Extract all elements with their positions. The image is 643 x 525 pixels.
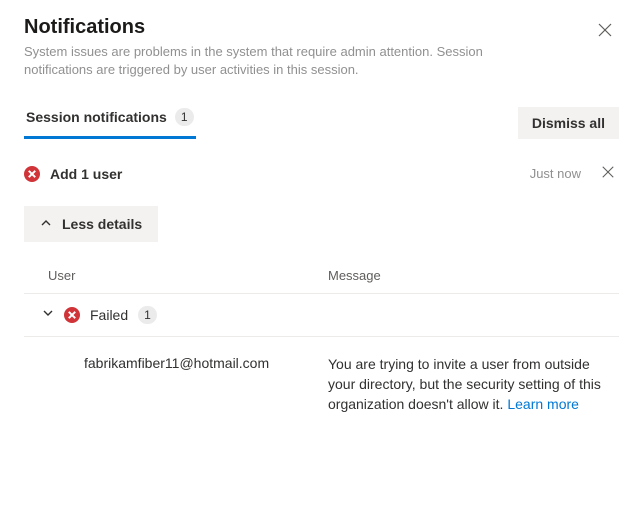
- notification-header: Add 1 user Just now: [24, 161, 619, 186]
- page-subtitle: System issues are problems in the system…: [24, 43, 544, 79]
- less-details-button[interactable]: Less details: [24, 206, 158, 242]
- column-header-message: Message: [328, 268, 619, 283]
- table-header: User Message: [24, 260, 619, 293]
- close-panel-button[interactable]: [591, 16, 619, 47]
- status-count-badge: 1: [138, 306, 157, 324]
- details-table: User Message Failed 1: [24, 260, 619, 432]
- notification-title: Add 1 user: [50, 166, 122, 182]
- notifications-panel: Notifications System issues are problems…: [0, 0, 643, 448]
- notification-time: Just now: [530, 166, 581, 181]
- status-group-row[interactable]: Failed 1: [24, 293, 619, 337]
- message-cell: You are trying to invite a user from out…: [328, 355, 619, 414]
- tab-session-notifications[interactable]: Session notifications 1: [24, 108, 196, 139]
- status-label: Failed: [90, 307, 128, 323]
- header-text: Notifications System issues are problems…: [24, 16, 591, 79]
- tabs-row: Session notifications 1 Dismiss all: [24, 107, 619, 139]
- notification-meta: Just now: [530, 161, 619, 186]
- close-icon: [597, 22, 613, 41]
- dismiss-all-button[interactable]: Dismiss all: [518, 107, 619, 139]
- panel-header: Notifications System issues are problems…: [24, 16, 619, 79]
- notification-title-group: Add 1 user: [24, 166, 122, 182]
- error-icon: [24, 166, 40, 182]
- notification-item: Add 1 user Just now: [24, 161, 619, 432]
- user-cell: fabrikamfiber11@hotmail.com: [24, 355, 328, 414]
- column-header-user: User: [48, 268, 328, 283]
- chevron-down-icon: [42, 306, 54, 324]
- tab-count-badge: 1: [175, 108, 194, 126]
- dismiss-notification-button[interactable]: [597, 161, 619, 186]
- chevron-up-icon: [40, 216, 52, 232]
- page-title: Notifications: [24, 16, 591, 39]
- close-icon: [601, 165, 615, 182]
- less-details-label: Less details: [62, 216, 142, 232]
- tab-label: Session notifications: [26, 109, 167, 125]
- table-row: fabrikamfiber11@hotmail.com You are tryi…: [24, 337, 619, 432]
- error-icon: [64, 307, 80, 323]
- learn-more-link[interactable]: Learn more: [507, 396, 579, 412]
